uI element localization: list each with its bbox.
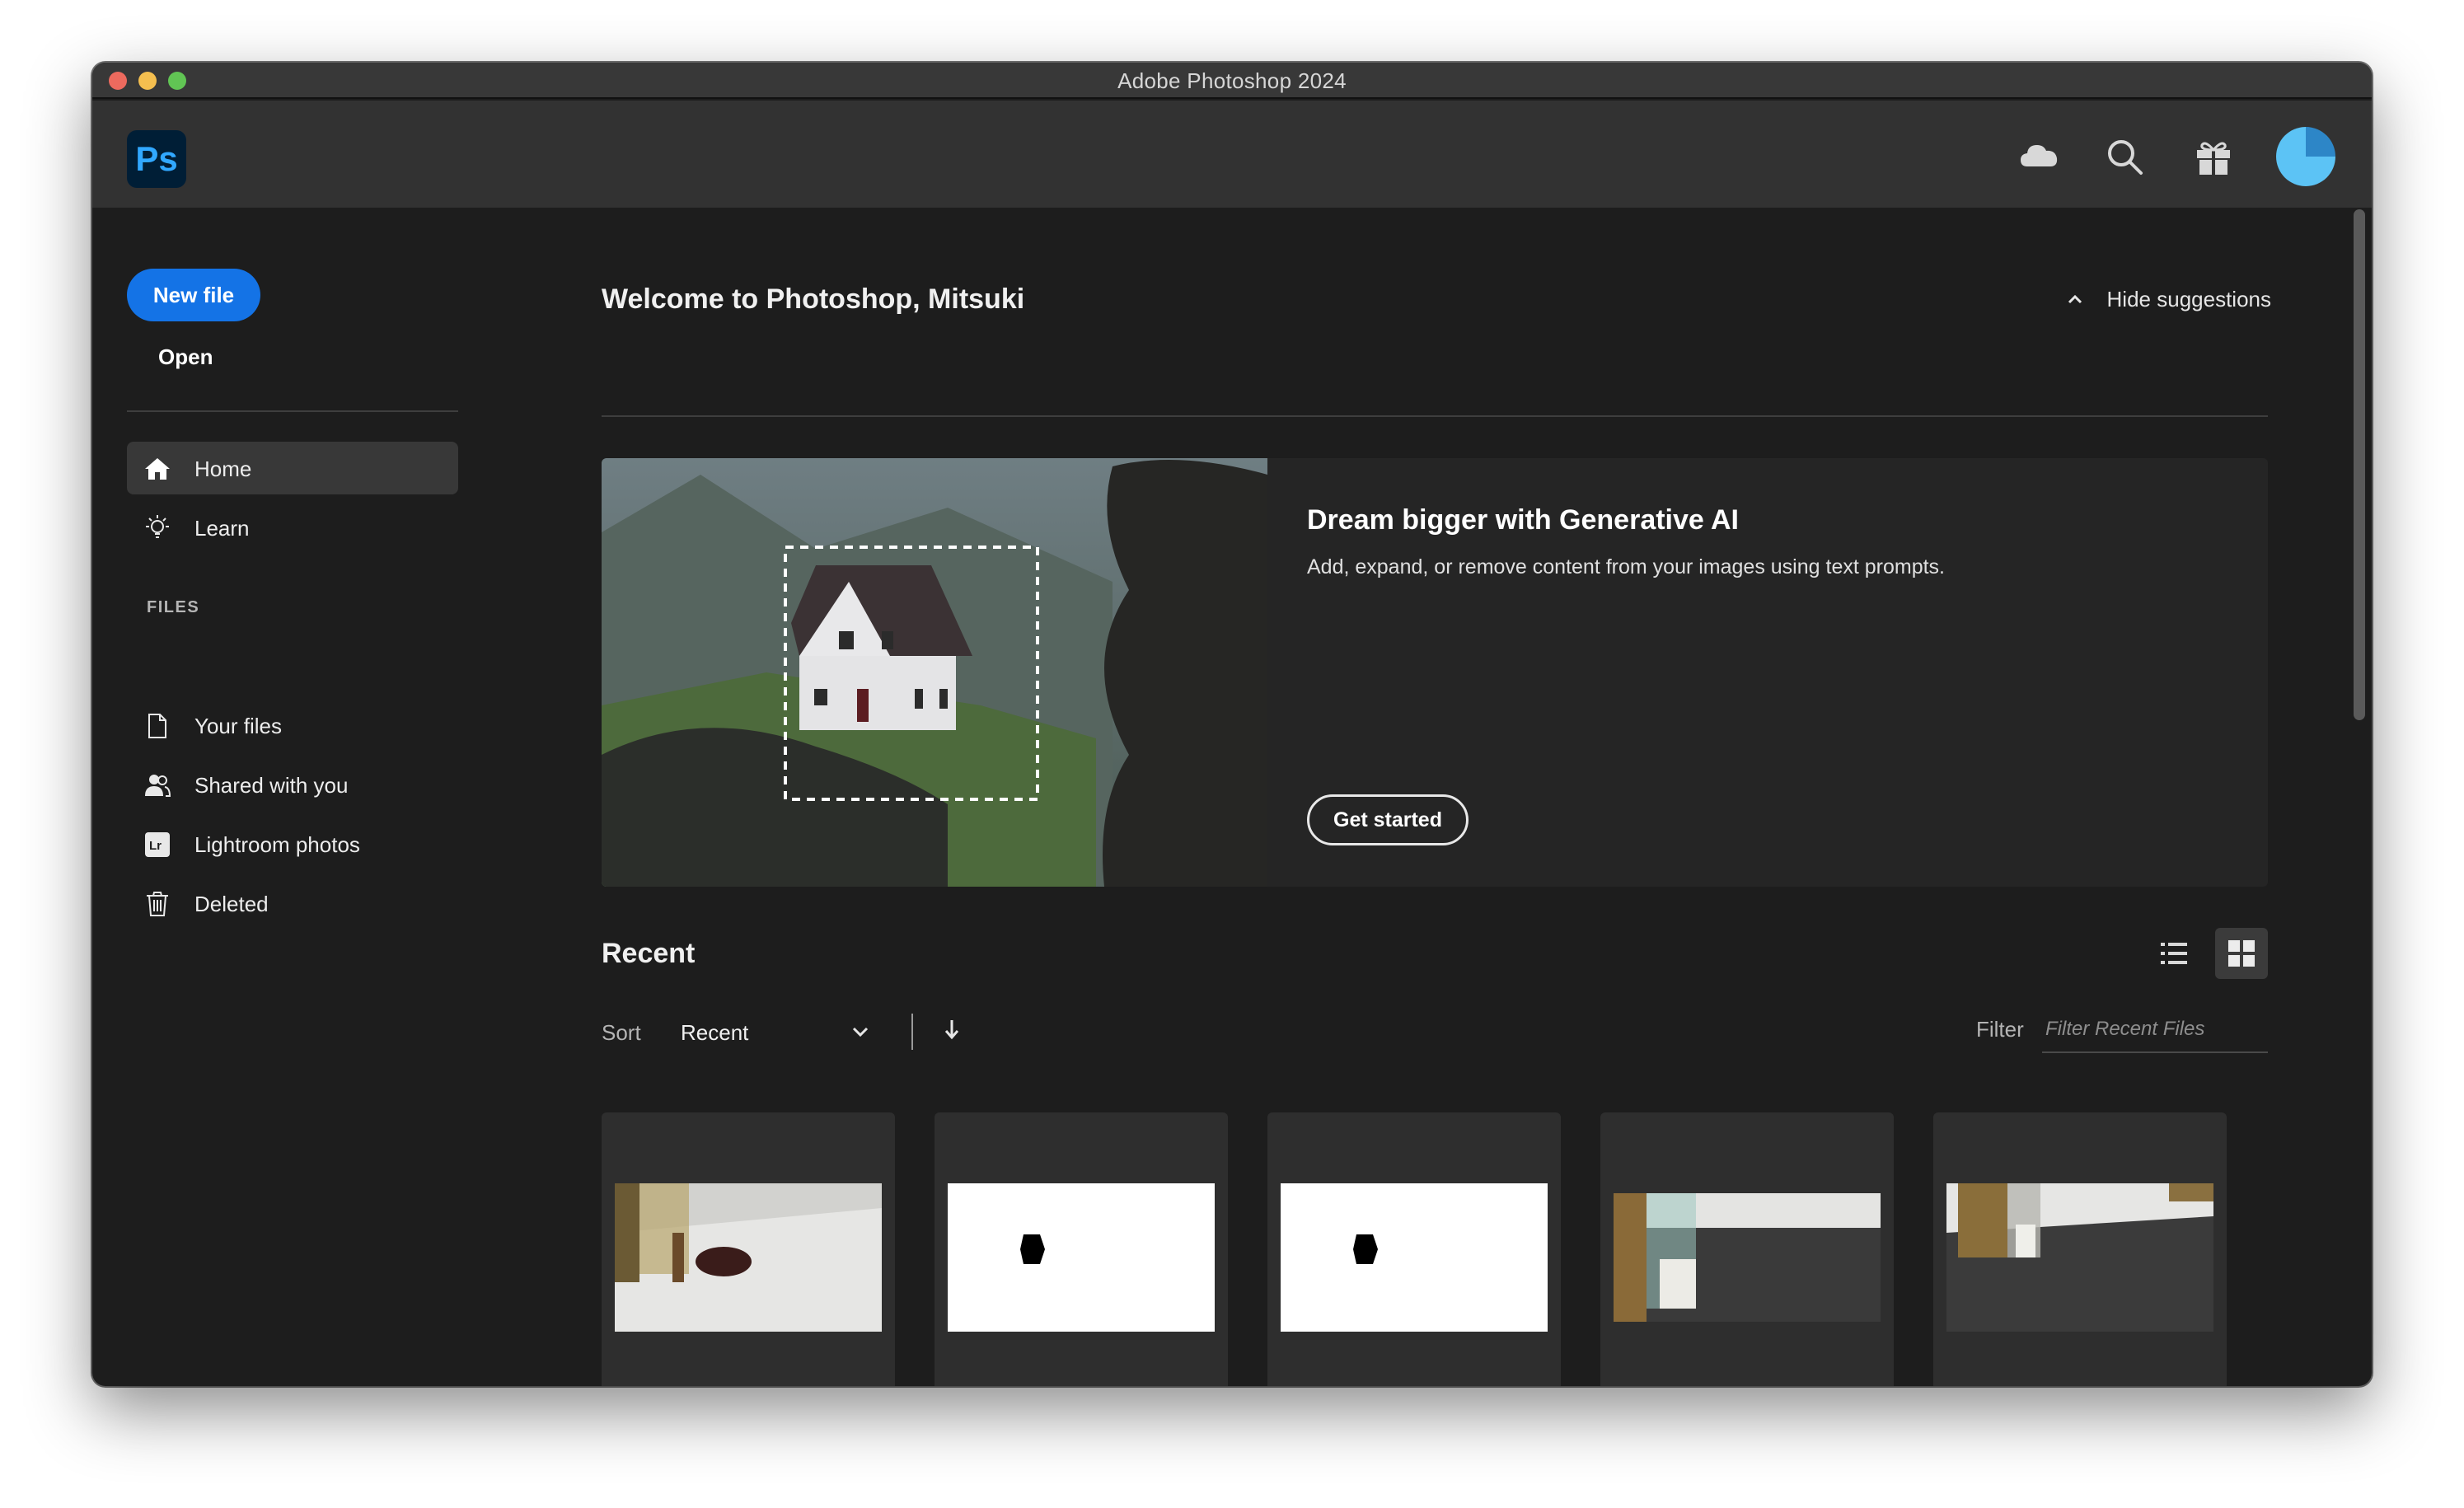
chevron-down-icon[interactable] [850, 1022, 870, 1042]
section-divider [602, 415, 2268, 417]
scrollbar[interactable] [2350, 209, 2367, 1379]
file-thumbnail [1946, 1183, 2213, 1332]
photoshop-logo[interactable]: Ps [127, 130, 186, 188]
main-content: Welcome to Photoshop, Mitsuki Hide sugge… [602, 208, 2283, 1386]
file-thumbnail [948, 1183, 1215, 1332]
recent-file-card[interactable] [935, 1112, 1228, 1386]
lightroom-icon: Lr [143, 831, 171, 859]
recent-file-card[interactable] [1267, 1112, 1561, 1386]
recent-file-card[interactable] [1600, 1112, 1894, 1386]
recent-file-card[interactable] [1933, 1112, 2227, 1386]
promo-title: Dream bigger with Generative AI [1307, 504, 1739, 536]
sidebar-item-label: Shared with you [194, 773, 349, 798]
sidebar-divider [127, 410, 458, 412]
sidebar-item-learn[interactable]: Learn [127, 501, 458, 554]
sidebar-item-label: Learn [194, 516, 250, 541]
cloud-icon[interactable] [2016, 133, 2062, 180]
app-header: Ps [92, 101, 2372, 208]
sidebar-item-label: Home [194, 457, 252, 481]
sidebar-item-shared-with-you[interactable]: Shared with you [127, 758, 458, 811]
gift-icon[interactable] [2190, 133, 2237, 180]
get-started-button[interactable]: Get started [1307, 794, 1469, 845]
grid-view-button[interactable] [2215, 928, 2268, 979]
sort-separator [911, 1014, 913, 1050]
sidebar-item-label: Lightroom photos [194, 832, 360, 857]
scroll-thumb[interactable] [2354, 209, 2365, 720]
chevron-up-icon [2066, 288, 2084, 307]
filter-label: Filter [1976, 1017, 2024, 1042]
hide-suggestions-label: Hide suggestions [2106, 287, 2271, 311]
sort-direction-icon[interactable] [941, 1017, 963, 1042]
recent-file-card[interactable] [602, 1112, 895, 1386]
close-window-button[interactable] [109, 72, 127, 90]
sidebar-item-label: Deleted [194, 892, 269, 916]
promo-image [602, 458, 1267, 887]
promo-card: Dream bigger with Generative AI Add, exp… [602, 458, 2268, 887]
window-title: Adobe Photoshop 2024 [1117, 68, 1347, 93]
list-view-button[interactable] [2148, 928, 2200, 979]
sidebar-item-lightroom-photos[interactable]: Lr Lightroom photos [127, 817, 458, 870]
file-thumbnail [615, 1183, 882, 1332]
title-bar: Adobe Photoshop 2024 [92, 63, 2372, 99]
sidebar: New file Open Home Learn FILES Your file… [92, 208, 554, 1386]
welcome-heading: Welcome to Photoshop, Mitsuki [602, 283, 1025, 315]
sort-label: Sort [602, 1020, 641, 1045]
grid-view-icon [2228, 940, 2255, 967]
file-thumbnail [1281, 1183, 1548, 1332]
sidebar-item-label: Your files [194, 714, 282, 738]
trash-icon [143, 890, 171, 918]
sidebar-item-home[interactable]: Home [127, 442, 458, 494]
home-icon [143, 455, 171, 483]
photoshop-window: Adobe Photoshop 2024 Ps New file Open Ho… [92, 63, 2372, 1386]
svg-text:Lr: Lr [149, 839, 162, 853]
sidebar-item-your-files[interactable]: Your files [127, 699, 458, 752]
shared-users-icon [143, 771, 171, 799]
document-icon [143, 712, 171, 740]
new-file-button[interactable]: New file [127, 269, 260, 321]
promo-subtitle: Add, expand, or remove content from your… [1307, 555, 1945, 578]
open-button[interactable]: Open [158, 344, 213, 370]
avatar[interactable] [2276, 127, 2335, 186]
file-thumbnail [1614, 1193, 1881, 1322]
sidebar-item-deleted[interactable]: Deleted [127, 877, 458, 930]
search-icon[interactable] [2101, 133, 2148, 180]
lightbulb-icon [143, 514, 171, 542]
files-section-heading: FILES [147, 598, 200, 616]
hide-suggestions-button[interactable]: Hide suggestions [2066, 287, 2271, 312]
zoom-window-button[interactable] [168, 72, 186, 90]
filter-input[interactable] [2042, 1007, 2268, 1053]
recent-heading: Recent [602, 938, 696, 969]
list-view-icon [2161, 943, 2187, 964]
sort-dropdown[interactable]: Recent [681, 1020, 748, 1046]
minimize-window-button[interactable] [138, 72, 157, 90]
